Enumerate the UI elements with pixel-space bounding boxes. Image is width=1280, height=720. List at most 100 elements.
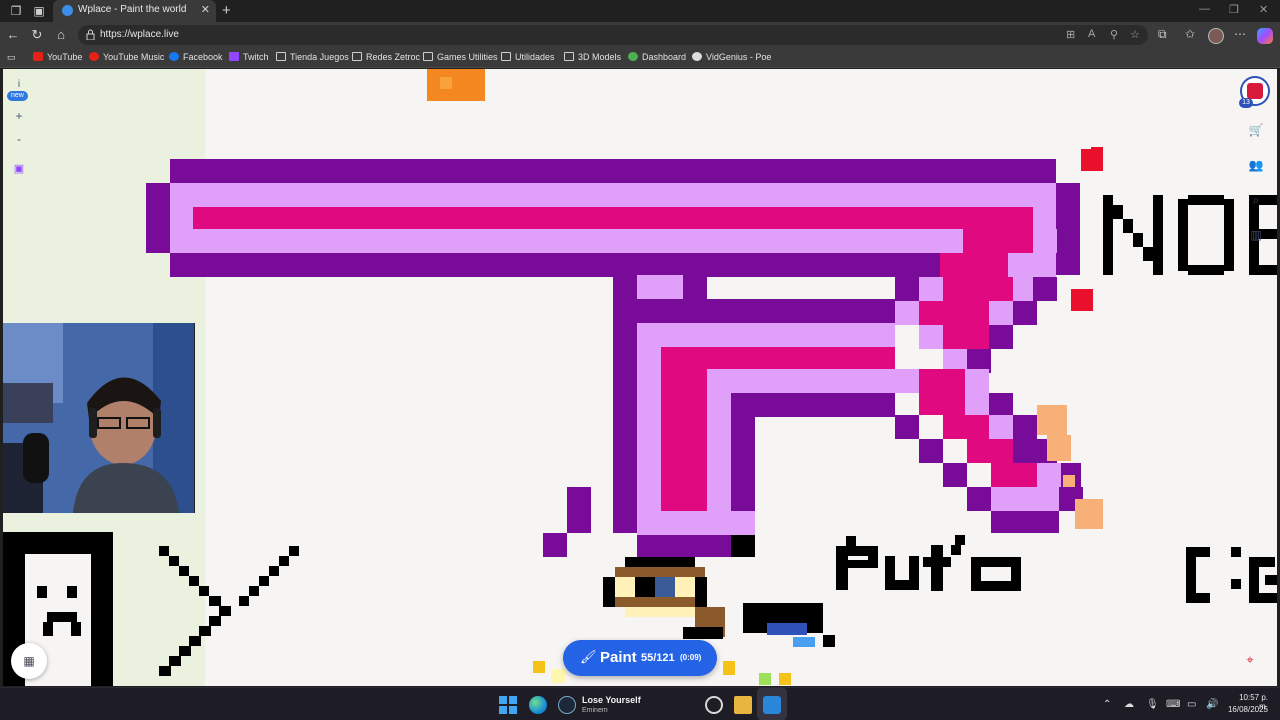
refresh-icon[interactable]: ↻ bbox=[29, 27, 45, 43]
leaderboard-icon[interactable]: ▥ bbox=[1247, 226, 1265, 244]
x-shape-pixel bbox=[169, 556, 179, 566]
bookmark-games-utilities[interactable]: Games Utilities bbox=[423, 52, 498, 65]
bookmarks-menu-icon[interactable]: ▭ bbox=[7, 52, 16, 65]
address-bar[interactable]: https://wplace.live ⊞ A ⚲ ☆ bbox=[78, 25, 1148, 45]
cart-icon[interactable]: 🛒 bbox=[1247, 121, 1265, 139]
palette-icon: ▦ bbox=[23, 654, 35, 668]
zoom-in-button[interactable]: + bbox=[11, 109, 27, 123]
workspaces-icon[interactable]: ❐ bbox=[9, 4, 23, 18]
tab-title: Wplace - Paint the world bbox=[78, 4, 187, 15]
puto-text-pixel bbox=[923, 557, 951, 567]
microphone-icon[interactable]: 🎙 bbox=[1146, 699, 1159, 710]
window-close-icon[interactable]: ✕ bbox=[1259, 3, 1268, 16]
peach-pixels bbox=[1047, 435, 1071, 461]
bookmarks-bar: ▭ YouTube YouTube Music Facebook Twitch … bbox=[0, 48, 1280, 68]
purple-bar-outline bbox=[1056, 183, 1080, 275]
user-profile-button[interactable]: 13 bbox=[1239, 76, 1270, 108]
browser-tab-active[interactable]: Wplace - Paint the world ✕ bbox=[53, 0, 216, 22]
diagonal-stroke-pixel bbox=[989, 415, 1013, 439]
nob-text-pixel bbox=[1178, 199, 1188, 271]
back-arrow-icon[interactable]: ← bbox=[5, 27, 21, 43]
bookmark-twitch[interactable]: Twitch bbox=[229, 52, 269, 65]
nob-text-pixel bbox=[1133, 233, 1143, 247]
right-text-pixel bbox=[1231, 579, 1241, 589]
paint-app-icon[interactable] bbox=[763, 696, 781, 714]
now-playing-title[interactable]: Lose Yourself bbox=[582, 695, 641, 705]
url-text[interactable]: https://wplace.live bbox=[100, 29, 179, 40]
puto-text-pixel bbox=[848, 560, 868, 568]
clock-date[interactable]: 16/08/2025 bbox=[1222, 705, 1268, 714]
close-icon[interactable]: ✕ bbox=[201, 3, 210, 16]
favorite-star-icon[interactable]: ☆ bbox=[1130, 28, 1140, 41]
steam-icon[interactable] bbox=[558, 696, 576, 714]
read-aloud-icon[interactable]: A bbox=[1088, 28, 1095, 40]
sprite-pixel bbox=[635, 577, 655, 597]
bookmark-youtube-music[interactable]: YouTube Music bbox=[89, 52, 164, 65]
bookmark-vidgenius-poe[interactable]: VidGenius - Poe bbox=[692, 52, 771, 65]
ghost-eye bbox=[37, 586, 47, 598]
obs-icon[interactable] bbox=[705, 696, 723, 714]
copilot-icon[interactable] bbox=[1257, 28, 1273, 44]
minimize-icon[interactable]: — bbox=[1199, 3, 1210, 15]
cloud-icon[interactable]: ☁ bbox=[1124, 699, 1134, 710]
puto-text-pixel bbox=[931, 545, 943, 591]
edge-icon[interactable] bbox=[529, 696, 547, 714]
network-icon[interactable]: ▭ bbox=[1187, 699, 1196, 710]
right-text-pixel bbox=[1186, 547, 1196, 603]
info-button[interactable]: i bbox=[11, 79, 27, 90]
diagonal-stroke-pixel bbox=[967, 439, 1013, 463]
search-location-icon[interactable]: ⌕ bbox=[1247, 191, 1265, 209]
community-icon[interactable]: 👥 bbox=[1247, 156, 1265, 174]
right-text-pixel bbox=[1196, 593, 1210, 603]
bookmark-tienda-juegos[interactable]: Tienda Juegos bbox=[276, 52, 349, 65]
folder-icon bbox=[276, 52, 286, 61]
bookmark-youtube[interactable]: YouTube bbox=[33, 52, 82, 65]
windows-start-icon[interactable] bbox=[499, 696, 517, 714]
pink-stem-fill bbox=[637, 511, 755, 535]
zoom-icon[interactable]: ⚲ bbox=[1110, 28, 1118, 41]
tab-actions-icon[interactable]: ▣ bbox=[32, 4, 46, 18]
more-menu-icon[interactable]: ⋯ bbox=[1234, 27, 1246, 41]
locate-me-icon[interactable]: ⌖ bbox=[1239, 649, 1261, 671]
ghost-mouth bbox=[71, 622, 81, 636]
volume-icon[interactable]: 🔊 bbox=[1206, 699, 1218, 710]
wplace-map-viewport[interactable]: i new + - ▣ 13 🛒 👥 ⌕ ▥ ▦ ⌖ 🖌 Paint 55/12… bbox=[3, 69, 1277, 686]
diagonal-stroke-pixel bbox=[1037, 463, 1061, 487]
sprite-pixel bbox=[759, 673, 771, 685]
peach-pixels bbox=[1037, 405, 1067, 435]
paint-timer: (0:09) bbox=[680, 653, 702, 662]
home-icon[interactable]: ⌂ bbox=[53, 27, 69, 43]
bookmark-3d-models[interactable]: 3D Models bbox=[564, 52, 621, 65]
diagonal-stroke-pixel bbox=[989, 325, 1013, 349]
plus-icon[interactable]: + bbox=[222, 2, 231, 19]
keyboard-icon[interactable]: ⌨ bbox=[1166, 699, 1180, 710]
profile-avatar[interactable] bbox=[1208, 28, 1224, 44]
chevron-up-icon[interactable]: ⌃ bbox=[1103, 699, 1111, 710]
youtube-music-icon bbox=[89, 52, 99, 61]
twitch-icon[interactable]: ▣ bbox=[11, 162, 27, 175]
zoom-out-button[interactable]: - bbox=[11, 132, 27, 146]
bookmark-redes-zetroc[interactable]: Redes Zetroc bbox=[352, 52, 420, 65]
diagonal-stroke-pixel bbox=[963, 229, 1033, 253]
app-available-icon[interactable]: ⊞ bbox=[1066, 28, 1075, 41]
sprite-pixel bbox=[683, 627, 723, 639]
x-shape-pixel bbox=[219, 606, 231, 616]
bookmark-utilidades[interactable]: Utilidades bbox=[501, 52, 555, 65]
black-pixel bbox=[731, 535, 755, 557]
puto-text-pixel bbox=[955, 535, 965, 545]
diagonal-stroke-pixel bbox=[895, 301, 919, 325]
wplace-favicon-icon bbox=[62, 5, 73, 16]
file-explorer-icon[interactable] bbox=[734, 696, 752, 714]
paint-button[interactable]: 🖌 Paint 55/121 (0:09) bbox=[563, 640, 717, 676]
diagonal-stroke-pixel bbox=[1033, 229, 1057, 253]
extensions-icon[interactable]: ⧉ bbox=[1158, 27, 1167, 42]
purple-fragment bbox=[567, 487, 591, 533]
palette-toggle-button[interactable]: ▦ bbox=[11, 643, 47, 679]
nob-text-pixel bbox=[1153, 195, 1163, 275]
restore-icon[interactable]: ❐ bbox=[1229, 3, 1239, 16]
bookmark-facebook[interactable]: Facebook bbox=[169, 52, 223, 65]
bookmark-dashboard[interactable]: Dashboard bbox=[628, 52, 686, 65]
favorites-icon[interactable]: ✩ bbox=[1185, 27, 1195, 41]
puto-text-pixel bbox=[848, 546, 868, 556]
puto-text-pixel bbox=[971, 581, 1021, 591]
